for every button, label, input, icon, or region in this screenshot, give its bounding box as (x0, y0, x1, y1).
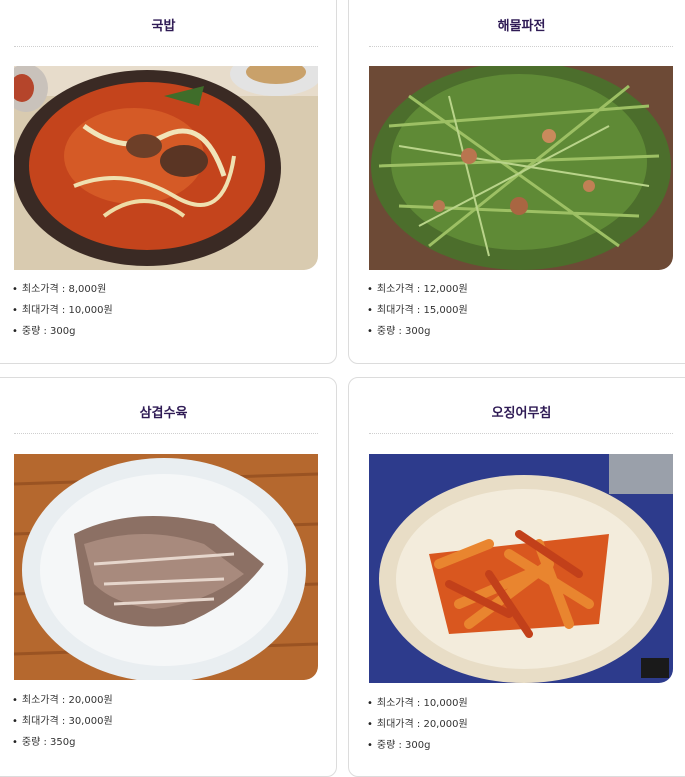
spec-label: 중량 (376, 326, 396, 337)
spec-weight: • 중량 : 350g (12, 737, 76, 748)
menu-card-ojingeo-muchim: 오징어무침 • 최소가격 : 10,000원 • 최대가격 : 20,000원 • 중… (348, 377, 685, 777)
spec-value: 30,000원 (68, 716, 113, 727)
title-divider (14, 46, 318, 47)
spec-min-price: • 최소가격 : 8,000원 (12, 284, 107, 295)
spec-label: 최소가격 (21, 695, 59, 706)
spec-weight: • 중량 : 300g (12, 326, 76, 337)
menu-card-title: 국밥 (151, 19, 176, 34)
menu-card-gukbap: 국밥 • 최소가격 : 8,000원 • 최대가격 : 10,000원 • 중량 : … (0, 0, 337, 364)
spec-label: 최소가격 (376, 698, 414, 709)
spec-max-price: • 최대가격 : 15,000원 (367, 305, 468, 316)
spec-max-price: • 최대가격 : 20,000원 (367, 719, 468, 730)
spec-value: 300g (405, 740, 431, 751)
spec-weight: • 중량 : 300g (367, 326, 431, 337)
spec-max-price: • 최대가격 : 30,000원 (12, 716, 113, 727)
spec-label: 최대가격 (21, 716, 59, 727)
spec-list: • 최소가격 : 12,000원 • 최대가격 : 15,000원 • 중량 : 30… (367, 279, 468, 342)
menu-card-title: 삼겹수육 (139, 406, 188, 421)
spec-list: • 최소가격 : 10,000원 • 최대가격 : 20,000원 • 중량 : 30… (367, 693, 468, 756)
spec-label: 최소가격 (376, 284, 414, 295)
spec-label: 최대가격 (376, 719, 414, 730)
spec-value: 20,000원 (423, 719, 468, 730)
spec-value: 300g (50, 326, 76, 337)
spec-value: 10,000원 (423, 698, 468, 709)
spec-min-price: • 최소가격 : 12,000원 (367, 284, 468, 295)
spec-value: 15,000원 (423, 305, 468, 316)
spec-label: 최소가격 (21, 284, 59, 295)
spec-min-price: • 최소가격 : 20,000원 (12, 695, 113, 706)
spec-min-price: • 최소가격 : 10,000원 (367, 698, 468, 709)
title-divider (369, 433, 673, 434)
spec-list: • 최소가격 : 8,000원 • 최대가격 : 10,000원 • 중량 : 300… (12, 279, 113, 342)
spec-value: 10,000원 (68, 305, 113, 316)
menu-card-samgyeop-suyuk: 삼겹수육 • 최소가격 : 20,000원 • 최대가격 : 30,000원 • 중량… (0, 377, 337, 777)
spec-label: 최대가격 (21, 305, 59, 316)
spec-value: 350g (50, 737, 76, 748)
spec-label: 중량 (376, 740, 396, 751)
title-divider (14, 433, 318, 434)
spec-value: 20,000원 (68, 695, 113, 706)
spec-max-price: • 최대가격 : 10,000원 (12, 305, 113, 316)
food-photo-samgyeop-suyuk (14, 454, 318, 680)
food-photo-haemul-pajeon (369, 66, 673, 270)
spec-weight: • 중량 : 300g (367, 740, 431, 751)
menu-card-haemul-pajeon: 해물파전 • 최소가격 : 12,000원 • 최대가격 : 15,000원 • 중량… (348, 0, 685, 364)
food-photo-gukbap (14, 66, 318, 270)
spec-label: 중량 (21, 737, 41, 748)
spec-label: 최대가격 (376, 305, 414, 316)
title-divider (369, 46, 673, 47)
spec-list: • 최소가격 : 20,000원 • 최대가격 : 30,000원 • 중량 : 35… (12, 690, 113, 753)
food-photo-ojingeo-muchim (369, 454, 673, 683)
menu-card-title: 해물파전 (497, 19, 546, 34)
menu-card-title: 오징어무침 (491, 406, 552, 421)
spec-label: 중량 (21, 326, 41, 337)
spec-value: 8,000원 (68, 284, 107, 295)
spec-value: 12,000원 (423, 284, 468, 295)
spec-value: 300g (405, 326, 431, 337)
